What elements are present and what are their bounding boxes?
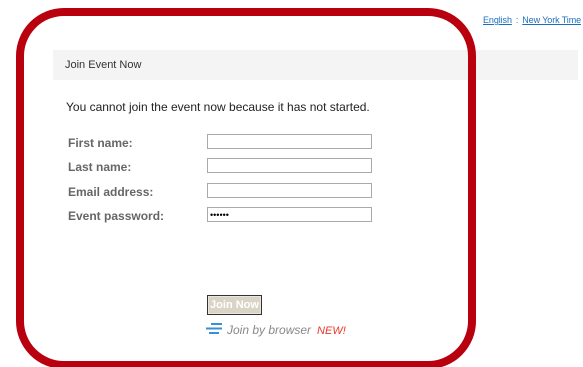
first-name-label: First name: <box>68 136 133 150</box>
timezone-link[interactable]: New York Time <box>522 15 581 25</box>
email-label: Email address: <box>68 185 154 199</box>
language-link[interactable]: English <box>483 15 512 25</box>
new-badge: NEW! <box>317 325 346 337</box>
last-name-label: Last name: <box>68 160 132 174</box>
panel-header: Join Event Now <box>53 50 578 80</box>
password-label: Event password: <box>68 209 165 223</box>
email-field[interactable] <box>207 183 372 198</box>
first-name-field[interactable] <box>207 134 372 149</box>
panel-title: Join Event Now <box>65 59 142 71</box>
join-now-label: Join Now <box>209 297 260 313</box>
event-password-field[interactable] <box>207 207 372 222</box>
join-now-button[interactable]: Join Now <box>207 295 262 315</box>
status-message: You cannot join the event now because it… <box>66 100 370 114</box>
join-event-page: English: New York Time Join Event Now You… <box>0 0 583 367</box>
top-links-separator: : <box>515 15 519 25</box>
lines-icon <box>206 322 222 337</box>
join-by-browser-label: Join by browser <box>227 323 312 337</box>
last-name-field[interactable] <box>207 158 372 173</box>
top-links: English: New York Time <box>483 15 581 25</box>
join-by-browser-link[interactable]: Join by browser NEW! <box>206 322 346 337</box>
